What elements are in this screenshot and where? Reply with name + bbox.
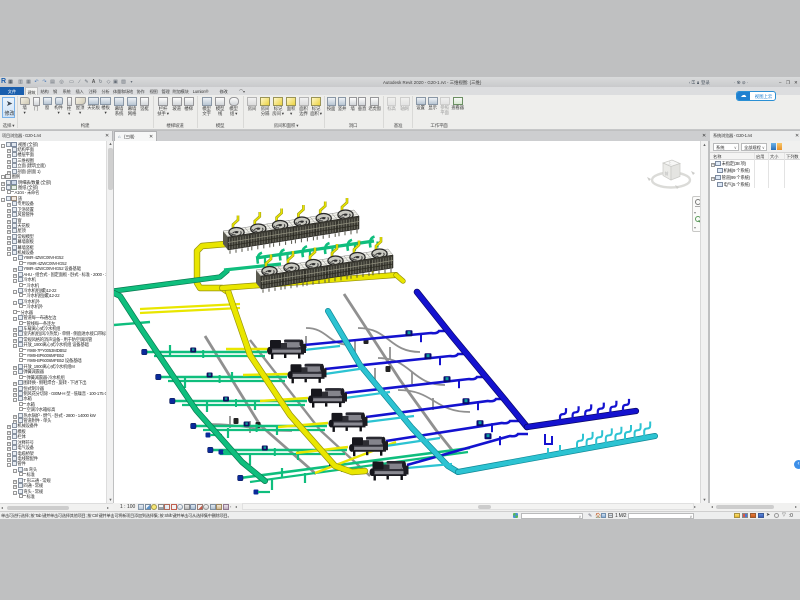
svg-text:上: 上 — [668, 160, 672, 165]
svg-text:前: 前 — [665, 170, 669, 176]
